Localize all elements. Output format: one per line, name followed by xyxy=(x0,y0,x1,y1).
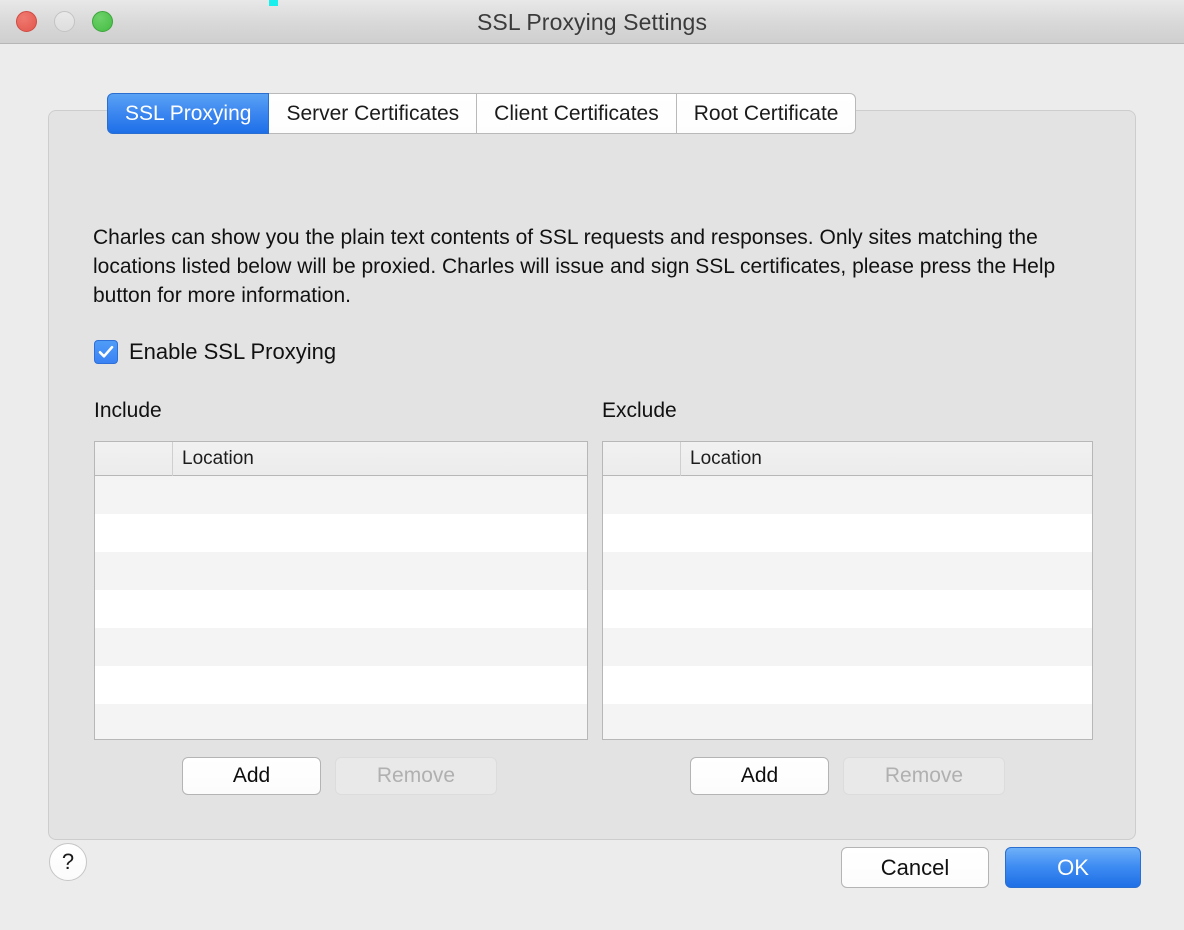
tab-client-certificates[interactable]: Client Certificates xyxy=(477,93,677,134)
panel-description: Charles can show you the plain text cont… xyxy=(93,226,1056,307)
ssl-proxying-settings-window: SSL Proxying Settings Charles can show y… xyxy=(0,0,1184,930)
checkmark-icon xyxy=(98,345,114,358)
table-row[interactable] xyxy=(95,666,587,704)
table-row[interactable] xyxy=(95,628,587,666)
table-row[interactable] xyxy=(603,590,1092,628)
include-locations-table[interactable]: Location xyxy=(94,441,588,740)
help-button[interactable]: ? xyxy=(49,843,87,881)
exclude-header-location[interactable]: Location xyxy=(681,443,762,475)
exclude-add-button[interactable]: Add xyxy=(690,757,829,795)
table-row[interactable] xyxy=(603,704,1092,739)
exclude-remove-button: Remove xyxy=(843,757,1005,795)
enable-ssl-proxying-checkbox[interactable] xyxy=(94,340,118,364)
enable-ssl-proxying-row[interactable]: Enable SSL Proxying xyxy=(94,339,336,365)
table-row[interactable] xyxy=(603,666,1092,704)
include-header-spacer-column xyxy=(95,442,173,476)
table-row[interactable] xyxy=(95,590,587,628)
cancel-button[interactable]: Cancel xyxy=(841,847,989,888)
table-row[interactable] xyxy=(603,514,1092,552)
include-add-button[interactable]: Add xyxy=(182,757,321,795)
table-row[interactable] xyxy=(95,476,587,514)
exclude-table-body[interactable] xyxy=(603,476,1092,739)
tab-ssl-proxying[interactable]: SSL Proxying xyxy=(107,93,270,134)
window-titlebar: SSL Proxying Settings xyxy=(0,0,1184,44)
table-row[interactable] xyxy=(603,476,1092,514)
exclude-locations-table[interactable]: Location xyxy=(602,441,1093,740)
table-row[interactable] xyxy=(603,552,1092,590)
exclude-table-header: Location xyxy=(603,442,1092,476)
dialog-content: Charles can show you the plain text cont… xyxy=(0,44,1184,930)
exclude-section-title: Exclude xyxy=(602,399,677,422)
table-row[interactable] xyxy=(603,628,1092,666)
tab-server-certificates[interactable]: Server Certificates xyxy=(269,93,478,134)
include-section-title: Include xyxy=(94,399,162,422)
table-row[interactable] xyxy=(95,704,587,739)
settings-tabbar: SSL Proxying Server Certificates Client … xyxy=(107,93,857,134)
table-row[interactable] xyxy=(95,514,587,552)
settings-panel: Charles can show you the plain text cont… xyxy=(48,110,1136,840)
include-remove-button: Remove xyxy=(335,757,497,795)
ok-button[interactable]: OK xyxy=(1005,847,1141,888)
include-table-header: Location xyxy=(95,442,587,476)
exclude-header-spacer-column xyxy=(603,442,681,476)
include-table-body[interactable] xyxy=(95,476,587,739)
screen-artifact xyxy=(269,0,278,6)
include-header-location[interactable]: Location xyxy=(173,443,254,475)
tab-root-certificate[interactable]: Root Certificate xyxy=(676,93,857,134)
enable-ssl-proxying-label: Enable SSL Proxying xyxy=(129,339,337,364)
window-title: SSL Proxying Settings xyxy=(476,9,708,35)
table-row[interactable] xyxy=(95,552,587,590)
